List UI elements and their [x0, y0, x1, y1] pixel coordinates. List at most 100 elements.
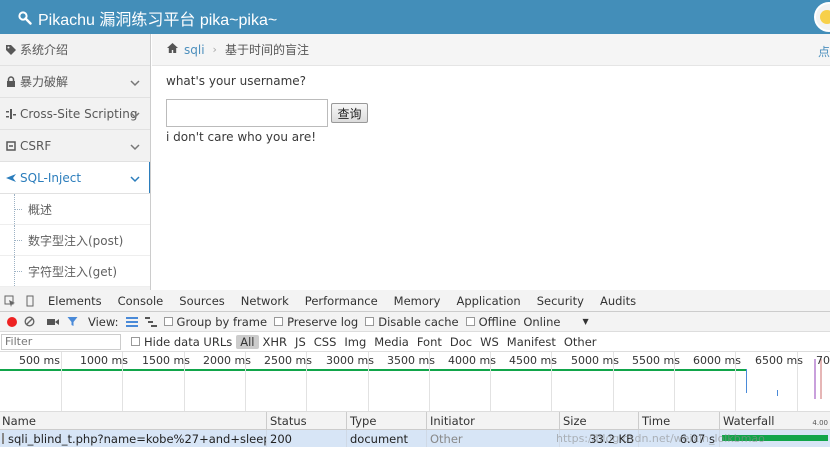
column-label: Name	[2, 413, 36, 428]
sidebar-subitem-label: 数字型注入(post)	[28, 233, 124, 248]
type-filter-css[interactable]: CSS	[310, 335, 341, 349]
inspect-element-icon[interactable]	[0, 295, 20, 307]
column-type[interactable]: Type	[346, 412, 426, 429]
row-time-cell: 6.07 s	[638, 430, 719, 447]
tag-icon	[4, 43, 18, 57]
disable-cache-label: Disable cache	[378, 314, 459, 329]
sidebar-item-csrf[interactable]: CSRF	[0, 130, 150, 162]
sidebar-item-intro[interactable]: 系统介绍	[0, 34, 150, 66]
tab-console[interactable]: Console	[110, 294, 172, 308]
csrf-icon	[4, 139, 18, 153]
tab-performance[interactable]: Performance	[297, 294, 386, 308]
column-name[interactable]: Name	[0, 412, 266, 429]
preserve-log-checkbox[interactable]: Preserve log	[274, 315, 358, 329]
chevron-down-icon	[130, 108, 140, 122]
sidebar-subitem-label: 字符型注入(get)	[28, 264, 118, 279]
column-label: Waterfall	[723, 413, 775, 428]
column-time[interactable]: Time	[638, 412, 719, 429]
app-header: Pikachu 漏洞练习平台 pika~pika~	[0, 0, 830, 34]
username-prompt: what's your username?	[166, 74, 307, 88]
offline-checkbox[interactable]: Offline	[465, 315, 516, 329]
waterfall-bar	[722, 435, 828, 441]
sidebar-subitem-string-get[interactable]: 字符型注入(get)	[0, 256, 150, 287]
type-filter-font[interactable]: Font	[413, 335, 446, 349]
filter-input[interactable]	[1, 333, 121, 350]
group-by-frame-label: Group by frame	[176, 314, 268, 329]
tab-security[interactable]: Security	[529, 294, 592, 308]
home-icon[interactable]	[166, 42, 179, 57]
video-camera-icon[interactable]	[47, 317, 60, 327]
tab-application[interactable]: Application	[448, 294, 528, 308]
lock-icon	[4, 75, 18, 89]
column-status[interactable]: Status	[266, 412, 346, 429]
timeline-tick-label: 2000 ms	[203, 354, 251, 367]
xss-icon	[4, 107, 18, 121]
tab-audits[interactable]: Audits	[592, 294, 644, 308]
timeline-tick-label: 4000 ms	[448, 354, 496, 367]
request-status: 200	[270, 431, 292, 446]
hide-data-urls-checkbox[interactable]: Hide data URLs	[131, 335, 232, 349]
timeline-tick-label: 5500 ms	[632, 354, 680, 367]
type-filter-other[interactable]: Other	[560, 335, 601, 349]
breadcrumb-right-link[interactable]: 点	[818, 43, 830, 60]
row-name-cell[interactable]: sqli_blind_t.php?name=kobe%27+and+sleep.…	[0, 430, 266, 447]
throttle-select[interactable]: Online ▼	[523, 315, 588, 329]
sidebar-item-label: SQL-Inject	[20, 170, 82, 185]
type-filter-media[interactable]: Media	[370, 335, 413, 349]
app-title[interactable]: Pikachu 漏洞练习平台 pika~pika~	[18, 6, 277, 30]
waterfall-scale-label: 4.00	[812, 419, 828, 427]
table-row[interactable]: sqli_blind_t.php?name=kobe%27+and+sleep.…	[0, 430, 830, 447]
waterfall-view-icon[interactable]	[144, 316, 157, 327]
type-filter-all[interactable]: All	[236, 334, 259, 349]
breadcrumb: sqli › 基于时间的盲注 点	[152, 34, 830, 66]
column-label: Initiator	[430, 413, 475, 428]
type-filter-manifest[interactable]: Manifest	[503, 335, 560, 349]
type-filter-img[interactable]: Img	[340, 335, 370, 349]
row-waterfall-cell	[719, 430, 830, 447]
devtools-tabbar: Elements Console Sources Network Perform…	[0, 290, 830, 312]
sidebar-item-xss[interactable]: Cross-Site Scripting	[0, 98, 150, 130]
app-title-text: Pikachu 漏洞练习平台 pika~pika~	[38, 12, 278, 29]
tab-memory[interactable]: Memory	[386, 294, 449, 308]
column-label: Time	[642, 413, 671, 428]
request-initiator: Other	[430, 431, 463, 446]
tab-network[interactable]: Network	[233, 294, 297, 308]
column-initiator[interactable]: Initiator	[426, 412, 559, 429]
column-size[interactable]: Size	[559, 412, 638, 429]
type-filter-xhr[interactable]: XHR	[259, 335, 292, 349]
disable-cache-checkbox[interactable]: Disable cache	[365, 314, 459, 329]
tab-elements[interactable]: Elements	[40, 294, 110, 308]
network-overview-timeline[interactable]: 500 ms 1000 ms 1500 ms 2000 ms 2500 ms 3000 m…	[0, 352, 830, 412]
record-icon[interactable]	[7, 316, 17, 327]
timeline-tick-label: 2500 ms	[264, 354, 312, 367]
filter-icon[interactable]	[67, 316, 78, 327]
sidebar-item-label: Cross-Site Scripting	[20, 106, 138, 121]
username-input[interactable]	[166, 99, 328, 127]
row-type-cell: document	[346, 430, 426, 447]
type-filter-doc[interactable]: Doc	[446, 335, 476, 349]
sidebar-item-brute-force[interactable]: 暴力破解	[0, 66, 150, 98]
device-toolbar-icon[interactable]	[20, 295, 40, 307]
sidebar-subitem-label: 概述	[28, 202, 53, 217]
type-filter-js[interactable]: JS	[291, 335, 310, 349]
request-time: 6.07 s	[679, 431, 715, 446]
large-rows-icon[interactable]	[125, 316, 138, 327]
user-avatar[interactable]	[814, 2, 830, 32]
breadcrumb-link-sqli[interactable]: sqli	[184, 43, 205, 57]
clear-icon[interactable]	[24, 316, 35, 327]
group-by-frame-checkbox[interactable]: Group by frame	[163, 314, 268, 329]
timeline-request-marker	[777, 390, 778, 396]
timeline-tick-label: 3000 ms	[326, 354, 374, 367]
sidebar-subitem-numeric-post[interactable]: 数字型注入(post)	[0, 225, 150, 256]
wrench-icon	[18, 11, 32, 25]
column-waterfall[interactable]: Waterfall 4.00	[719, 412, 830, 429]
sidebar-item-label: 暴力破解	[20, 75, 69, 89]
query-button[interactable]: 查询	[331, 103, 368, 123]
network-toolbar: View: Group by frame Preserve log Disabl…	[0, 312, 830, 332]
timeline-tick-label: 1000 ms	[80, 354, 128, 367]
throttle-value: Online	[523, 314, 561, 329]
sidebar-subitem-overview[interactable]: 概述	[0, 194, 150, 225]
tab-sources[interactable]: Sources	[171, 294, 233, 308]
type-filter-ws[interactable]: WS	[476, 335, 503, 349]
sidebar-item-sql-inject[interactable]: SQL-Inject	[0, 162, 150, 194]
